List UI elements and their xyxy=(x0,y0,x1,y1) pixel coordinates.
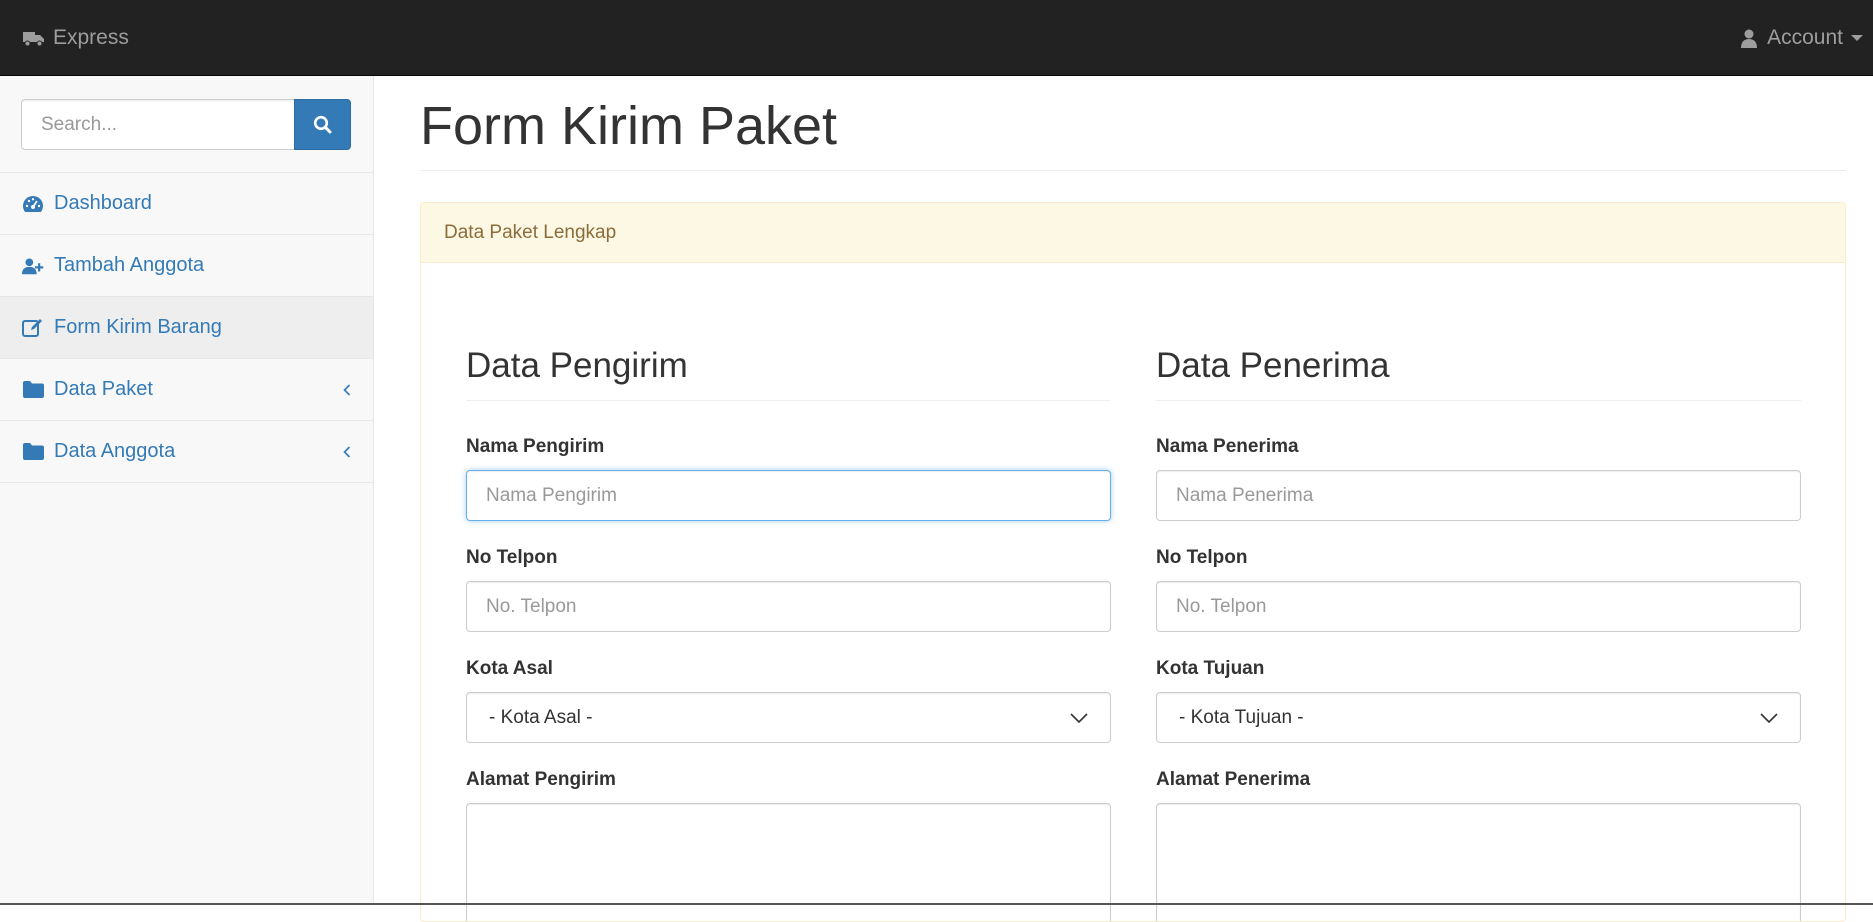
receiver-name-input[interactable] xyxy=(1156,470,1801,521)
sender-city-select[interactable]: - Kota Asal - xyxy=(466,692,1111,743)
section-divider xyxy=(466,400,1111,401)
receiver-city-select[interactable]: - Kota Tujuan - xyxy=(1156,692,1801,743)
sidebar-item-form-kirim-barang[interactable]: Form Kirim Barang xyxy=(0,297,373,359)
brand-label: Express xyxy=(53,26,129,49)
sidebar-search xyxy=(0,76,373,173)
panel-heading: Data Paket Lengkap xyxy=(421,203,1845,263)
truck-icon xyxy=(23,30,45,47)
sender-name-input[interactable] xyxy=(466,470,1111,521)
receiver-address-label: Alamat Penerima xyxy=(1156,769,1311,790)
sidebar: Dashboard Tambah Anggota Form Kirim Bara… xyxy=(0,76,374,905)
receiver-name-label: Nama Penerima xyxy=(1156,436,1299,457)
sender-phone-label: No Telpon xyxy=(466,547,558,568)
receiver-phone-label: No Telpon xyxy=(1156,547,1248,568)
receiver-section-title: Data Penerima xyxy=(1156,346,1390,385)
sidebar-item-label: Dashboard xyxy=(54,192,152,214)
folder-icon xyxy=(22,381,44,398)
user-icon xyxy=(1741,29,1758,48)
top-navbar: Express Account xyxy=(0,0,1873,76)
chevron-down-icon xyxy=(1070,712,1088,723)
sidebar-item-data-paket[interactable]: Data Paket xyxy=(0,359,373,421)
sidebar-item-label: Tambah Anggota xyxy=(54,254,205,276)
sender-section-title: Data Pengirim xyxy=(466,346,688,385)
sender-name-label: Nama Pengirim xyxy=(466,436,605,457)
chevron-down-icon xyxy=(1760,712,1778,723)
receiver-phone-input[interactable] xyxy=(1156,581,1801,632)
edit-icon xyxy=(22,318,44,338)
sidebar-item-label: Data Anggota xyxy=(54,440,176,462)
sidebar-item-tambah-anggota[interactable]: Tambah Anggota xyxy=(0,235,373,297)
search-icon xyxy=(313,115,332,134)
form-panel: Data Paket Lengkap Data Pengirim Nama Pe… xyxy=(420,202,1846,922)
sender-city-selected: - Kota Asal - xyxy=(489,706,593,728)
search-input[interactable] xyxy=(21,99,295,150)
receiver-city-label: Kota Tujuan xyxy=(1156,658,1265,679)
sidebar-item-dashboard[interactable]: Dashboard xyxy=(0,173,373,235)
title-divider xyxy=(420,170,1846,171)
account-label: Account xyxy=(1767,26,1843,49)
chevron-left-icon xyxy=(343,383,351,396)
sender-address-label: Alamat Pengirim xyxy=(466,769,616,790)
sender-city-label: Kota Asal xyxy=(466,658,553,679)
user-plus-icon xyxy=(22,257,44,275)
folder-icon xyxy=(22,443,44,460)
caret-down-icon xyxy=(1851,35,1863,41)
sidebar-item-label: Form Kirim Barang xyxy=(54,316,222,338)
sidebar-item-data-anggota[interactable]: Data Anggota xyxy=(0,421,373,483)
sidebar-item-label: Data Paket xyxy=(54,378,153,400)
brand-link[interactable]: Express xyxy=(23,0,129,76)
receiver-city-selected: - Kota Tujuan - xyxy=(1179,706,1304,728)
dashboard-icon xyxy=(22,195,44,213)
page-title: Form Kirim Paket xyxy=(420,96,838,156)
chevron-left-icon xyxy=(343,445,351,458)
search-button[interactable] xyxy=(294,99,351,150)
section-divider xyxy=(1156,400,1801,401)
account-dropdown[interactable]: Account xyxy=(1741,0,1863,76)
sender-phone-input[interactable] xyxy=(466,581,1111,632)
